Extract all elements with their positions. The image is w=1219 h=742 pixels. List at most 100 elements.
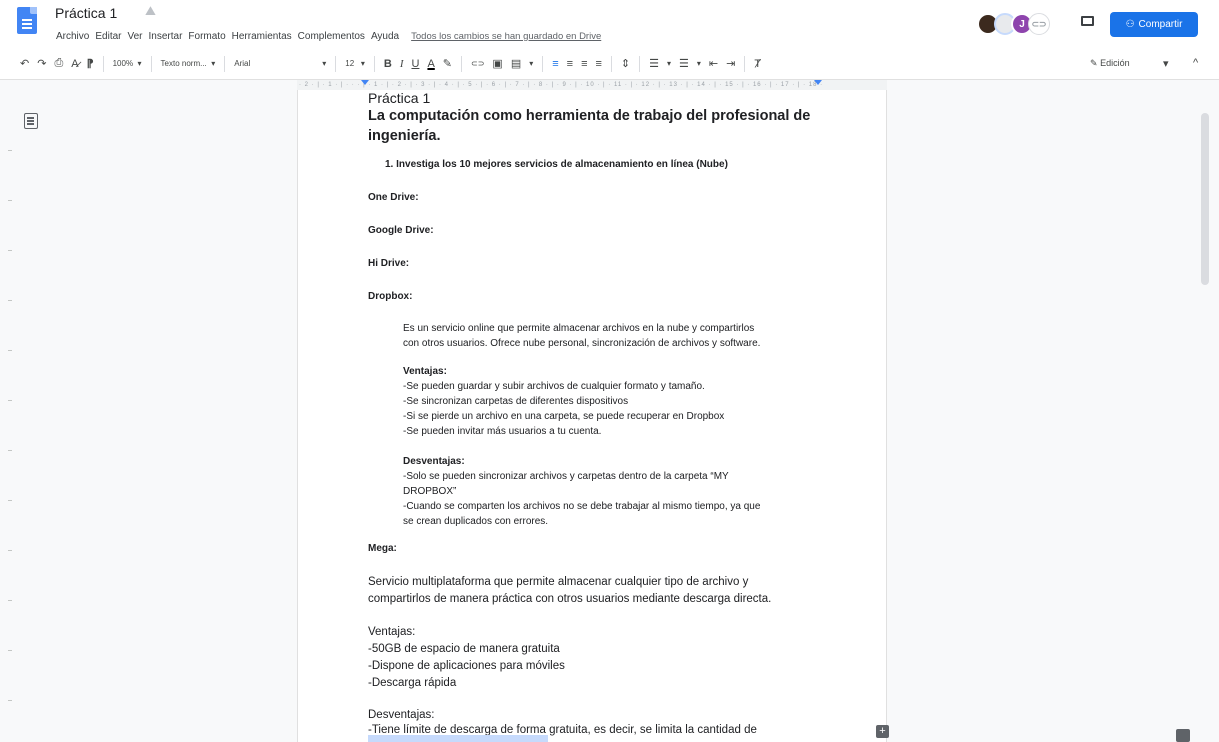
align-left-icon[interactable]: ≡ (552, 58, 558, 70)
section-mega: Mega: (368, 543, 397, 554)
print-icon[interactable]: ⎙ (54, 57, 63, 70)
formatting-toolbar: ↶ ↷ ⎙ A̷ ⁋ 100% ▾ Texto norm... ▾ Arial … (0, 48, 1219, 80)
mega-ventaja-item: -Dispone de aplicaciones para móviles (368, 660, 565, 672)
bold-icon[interactable]: B (384, 58, 392, 70)
ruler-ticks: · 2 · | · 1 · | · · · | · 1 · | · 2 · | … (299, 82, 824, 88)
comment-history-icon[interactable] (1079, 14, 1097, 30)
align-center-icon[interactable]: ≡ (567, 58, 573, 70)
toolbar-divider (102, 55, 104, 72)
docs-logo-icon[interactable] (17, 7, 37, 34)
menu-herramientas[interactable]: Herramientas (229, 31, 295, 42)
mega-ventajas-heading: Ventajas: (368, 626, 416, 638)
dropbox-ventajas-heading: Ventajas: (403, 366, 447, 377)
line-spacing-icon[interactable]: ⇕ (621, 57, 630, 70)
align-justify-icon[interactable]: ≡ (596, 58, 602, 70)
align-right-icon[interactable]: ≡ (581, 58, 587, 70)
document-title[interactable]: Práctica 1 (55, 5, 117, 21)
share-button[interactable]: ⚇ Compartir (1110, 12, 1198, 37)
increase-indent-icon[interactable]: ⇥ (726, 57, 735, 70)
section-hi-drive: Hi Drive: (368, 258, 410, 269)
paint-format-icon[interactable]: ⁋ (87, 57, 94, 70)
menu-editar[interactable]: Editar (92, 31, 124, 42)
spellcheck-icon[interactable]: A̷ (71, 58, 78, 70)
font-dropdown-icon[interactable]: ▾ (322, 59, 326, 68)
vertical-ruler-tick (8, 250, 12, 251)
move-to-drive-icon[interactable]: ⛰ (145, 3, 156, 19)
paragraph-style-select[interactable]: Texto norm... ▾ (161, 59, 216, 68)
pencil-icon: ✎ (1090, 58, 1098, 68)
dropbox-description-line: con otros usuarios. Ofrece nube personal… (403, 338, 761, 349)
vertical-ruler-tick (8, 700, 12, 701)
insert-comment-icon[interactable]: ▣ (492, 57, 502, 70)
checklist-icon[interactable]: ☰ (649, 57, 659, 70)
redo-icon[interactable]: ↷ (37, 57, 46, 70)
vertical-ruler-tick (8, 300, 12, 301)
numbered-item-1: 1. Investiga los 10 mejores servicios de… (385, 159, 728, 170)
menu-archivo[interactable]: Archivo (53, 31, 92, 42)
dropbox-desventajas-heading: Desventajas: (403, 456, 465, 467)
add-comment-icon[interactable]: + (876, 725, 889, 738)
doc-top-title: Práctica 1 (368, 90, 431, 106)
text-selection-highlight (368, 735, 548, 742)
font-size-select[interactable]: 12 ▾ (345, 59, 365, 68)
vertical-ruler-tick (8, 550, 12, 551)
mode-dropdown-icon[interactable]: ▾ (1163, 57, 1169, 70)
clear-formatting-icon[interactable]: Ⱦ (754, 58, 761, 70)
vertical-scrollbar-thumb[interactable] (1201, 113, 1209, 285)
section-google-drive: Google Drive: (368, 225, 434, 236)
italic-icon[interactable]: I (400, 58, 404, 70)
insert-image-icon[interactable]: ▤ (511, 57, 521, 70)
menu-ver[interactable]: Ver (124, 31, 145, 42)
bulleted-list-icon[interactable]: ☰ (679, 57, 689, 70)
zoom-select[interactable]: 100% ▾ (113, 59, 142, 68)
undo-icon[interactable]: ↶ (20, 57, 29, 70)
toolbar-divider (335, 55, 337, 72)
vertical-ruler-tick (8, 200, 12, 201)
document-outline-icon[interactable] (24, 113, 38, 129)
editing-mode-select[interactable]: ✎ Edición (1090, 58, 1130, 69)
checklist-dropdown-icon[interactable]: ▾ (667, 59, 671, 68)
link-icon[interactable]: ⊂⊃ (1028, 13, 1050, 35)
menu-ayuda[interactable]: Ayuda (368, 31, 402, 42)
left-indent-marker[interactable] (361, 80, 369, 85)
font-select[interactable]: Arial (234, 59, 314, 68)
bullets-dropdown-icon[interactable]: ▾ (697, 59, 701, 68)
document-page[interactable]: Práctica 1 La computación como herramien… (297, 90, 887, 742)
insert-link-icon[interactable]: ⊂⊃ (471, 59, 484, 68)
vertical-ruler-tick (8, 500, 12, 501)
doc-main-title-line-1: La computación como herramienta de traba… (368, 108, 811, 124)
toolbar-divider (610, 55, 612, 72)
dropbox-ventaja-item: -Se pueden invitar más usuarios a tu cue… (403, 426, 602, 437)
dropbox-ventaja-item: -Si se pierde un archivo en una carpeta,… (403, 411, 725, 422)
mega-description-line: compartirlos de manera práctica con otro… (368, 593, 772, 605)
menu-formato[interactable]: Formato (185, 31, 228, 42)
vertical-ruler-tick (8, 150, 12, 151)
menu-bar: Archivo Editar Ver Insertar Formato Herr… (53, 27, 601, 45)
decrease-indent-icon[interactable]: ⇤ (709, 57, 718, 70)
menu-insertar[interactable]: Insertar (146, 31, 186, 42)
text-color-icon[interactable]: A (427, 58, 434, 70)
save-status-link[interactable]: Todos los cambios se han guardado en Dri… (411, 31, 601, 42)
mega-ventaja-item: -Descarga rápida (368, 677, 457, 689)
collapse-menus-icon[interactable]: ^ (1193, 57, 1198, 69)
toolbar-divider (542, 55, 544, 72)
right-indent-marker[interactable] (814, 80, 822, 85)
dropbox-ventaja-item: -Se pueden guardar y subir archivos de c… (403, 381, 705, 392)
mega-ventaja-item: -50GB de espacio de manera gratuita (368, 643, 560, 655)
underline-icon[interactable]: U (411, 58, 419, 70)
toolbar-divider (224, 55, 226, 72)
toolbar-divider (639, 55, 641, 72)
explore-icon[interactable] (1176, 729, 1190, 742)
dropbox-ventaja-item: -Se sincronizan carpetas de diferentes d… (403, 396, 629, 407)
toolbar-divider (461, 55, 462, 72)
dropbox-desventaja-item: -Cuando se comparten los archivos no se … (403, 501, 761, 512)
horizontal-ruler[interactable]: · 2 · | · 1 · | · · · | · 1 · | · 2 · | … (297, 80, 887, 90)
vertical-ruler-tick (8, 350, 12, 351)
share-label: Compartir (1138, 19, 1183, 30)
vertical-ruler-tick (8, 400, 12, 401)
image-dropdown-icon[interactable]: ▾ (529, 59, 533, 68)
highlight-icon[interactable]: ✎ (443, 57, 452, 70)
section-dropbox: Dropbox: (368, 291, 413, 302)
menu-complementos[interactable]: Complementos (295, 31, 368, 42)
dropbox-description-line: Es un servicio online que permite almace… (403, 323, 755, 334)
